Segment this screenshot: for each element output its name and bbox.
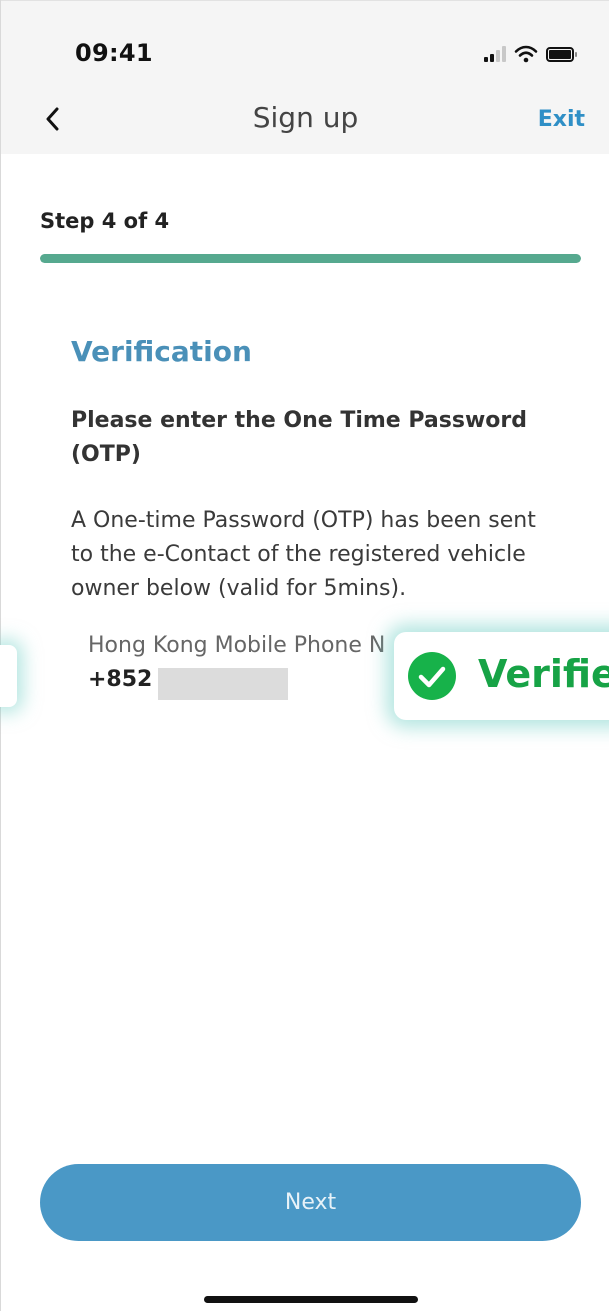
status-time: 09:41	[75, 39, 153, 67]
exit-button[interactable]: Exit	[538, 107, 585, 132]
check-circle-icon	[408, 652, 456, 700]
home-indicator	[204, 1296, 418, 1303]
contact-label: Hong Kong Mobile Phone N	[88, 633, 386, 658]
overlay-card-edge	[0, 645, 17, 707]
page-title: Sign up	[252, 101, 359, 134]
cellular-signal-icon	[484, 46, 506, 62]
progress-bar	[40, 254, 581, 263]
battery-icon	[546, 46, 577, 62]
section-title: Verification	[71, 335, 252, 368]
progress-fill	[40, 254, 581, 263]
step-indicator: Step 4 of 4	[40, 209, 170, 233]
status-icons	[484, 45, 577, 63]
country-code: +852	[88, 667, 153, 692]
next-button[interactable]: Next	[40, 1164, 581, 1241]
chevron-left-icon	[46, 107, 59, 131]
header-area: 09:41 Sign up Exit	[1, 0, 609, 154]
verified-label: Verifie	[478, 652, 609, 696]
wifi-icon	[514, 45, 538, 63]
masked-phone-number	[158, 668, 288, 700]
verified-badge: Verifie	[394, 632, 609, 720]
instruction-text: Please enter the One Time Password (OTP)	[71, 408, 527, 467]
back-button[interactable]	[39, 99, 69, 139]
description-text: A One-time Password (OTP) has been sent …	[71, 508, 536, 601]
phone-screen: 09:41 Sign up Exit Step 4 of 4 Verificat…	[0, 0, 609, 1311]
